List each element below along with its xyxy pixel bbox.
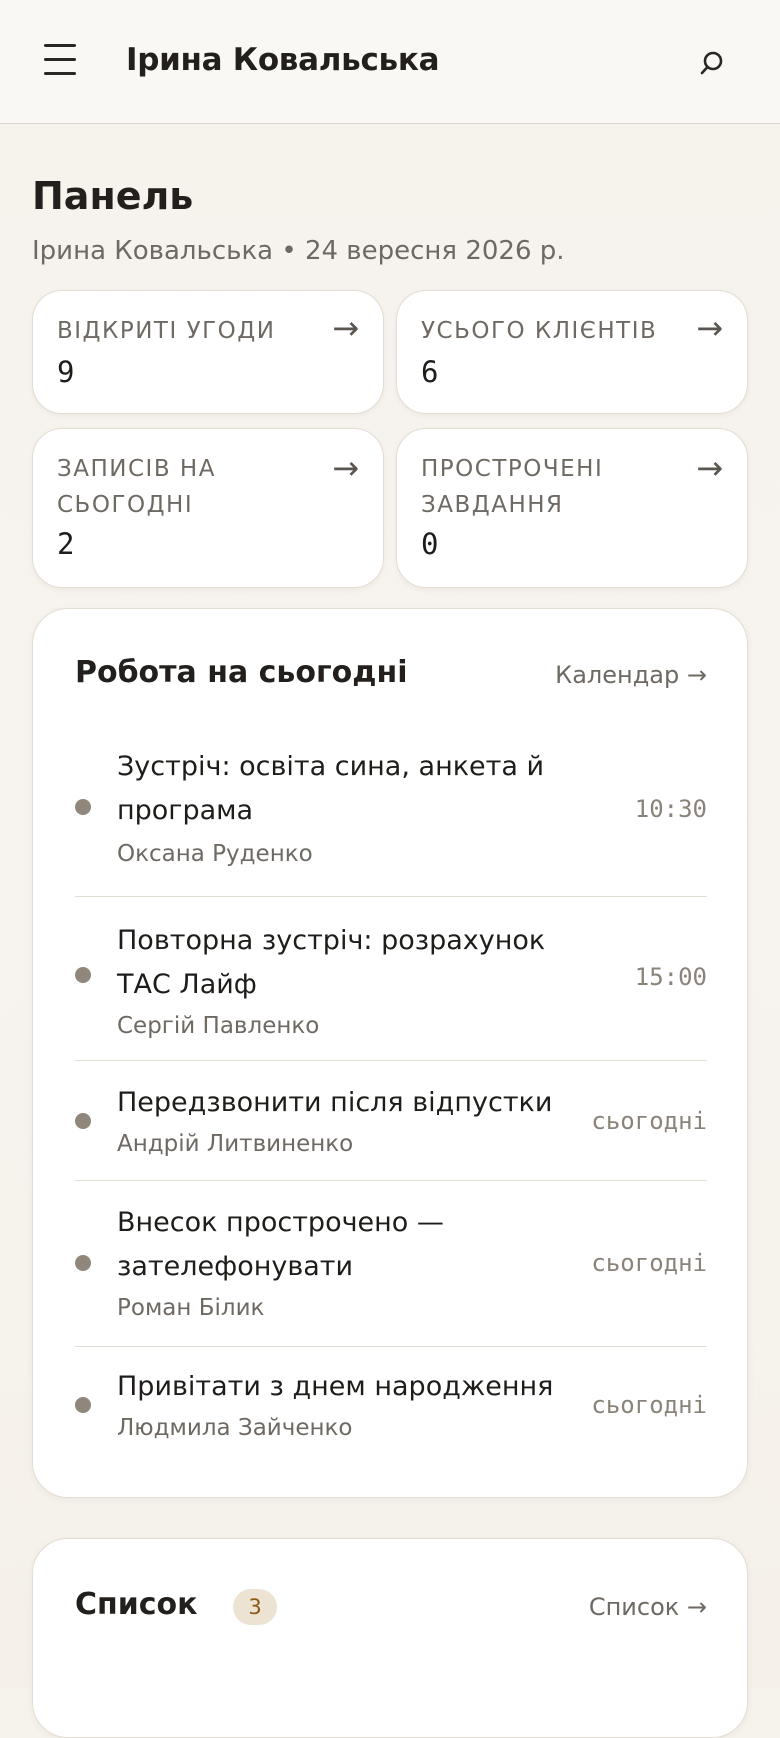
card-title: Робота на сьогодні	[75, 655, 408, 690]
list-card: Список 3 Список →	[32, 1538, 748, 1738]
task-title: Внесок прострочено — зателефонувати	[117, 1207, 444, 1282]
stat-card-open-deals[interactable]: ВІДКРИТІ УГОДИ → 9	[32, 290, 384, 414]
task-item[interactable]: Повторна зустріч: розрахунок ТАС Лайф Се…	[75, 897, 707, 1061]
stat-card-total-clients[interactable]: УСЬОГО КЛІЄНТІВ → 6	[396, 290, 748, 414]
task-title: Привітати з днем народження	[117, 1371, 554, 1402]
task-client: Сергій Павленко	[117, 1013, 320, 1039]
stat-card-overdue-tasks[interactable]: ПРОСТРОЧЕНІ ЗАВДАННЯ → 0	[396, 428, 748, 588]
list-link[interactable]: Список →	[589, 1593, 707, 1621]
arrow-right-icon: →	[696, 449, 723, 487]
status-dot	[75, 1397, 91, 1413]
task-client: Людмила Зайченко	[117, 1415, 353, 1441]
task-item[interactable]: Передзвонити після відпустки Андрій Литв…	[75, 1061, 707, 1181]
count-badge: 3	[233, 1589, 277, 1625]
task-time: 10:30	[634, 795, 707, 823]
stat-value: 9	[57, 355, 75, 389]
stat-label: ВІДКРИТІ УГОДИ	[57, 318, 276, 344]
arrow-right-icon: →	[696, 309, 723, 347]
stat-label: УСЬОГО КЛІЄНТІВ	[421, 318, 658, 344]
stat-label: ЗАПИСІВ НА СЬОГОДНІ	[57, 456, 216, 518]
status-dot	[75, 1255, 91, 1271]
task-title: Повторна зустріч: розрахунок ТАС Лайф	[117, 925, 546, 1000]
task-time: сьогодні	[591, 1249, 707, 1277]
task-client: Андрій Литвиненко	[117, 1131, 354, 1157]
search-icon[interactable]	[694, 46, 730, 82]
task-title: Передзвонити після відпустки	[117, 1087, 553, 1118]
calendar-link[interactable]: Календар →	[555, 661, 707, 689]
status-dot	[75, 1113, 91, 1129]
status-dot	[75, 799, 91, 815]
arrow-right-icon: →	[332, 309, 359, 347]
status-dot	[75, 967, 91, 983]
card-title: Список	[75, 1587, 198, 1622]
stat-label: ПРОСТРОЧЕНІ ЗАВДАННЯ	[421, 456, 604, 518]
app-title: Ірина Ковальська	[126, 42, 440, 78]
stat-value: 0	[421, 527, 439, 561]
stat-value: 2	[57, 527, 75, 561]
page-subtitle: Ірина Ковальська • 24 вересня 2026 р.	[32, 236, 565, 266]
task-item[interactable]: Привітати з днем народження Людмила Зайч…	[75, 1347, 707, 1467]
task-time: 15:00	[634, 963, 707, 991]
task-time: сьогодні	[591, 1107, 707, 1135]
task-client: Роман Білик	[117, 1295, 265, 1321]
today-work-card: Робота на сьогодні Календар → Зустріч: о…	[32, 608, 748, 1498]
task-time: сьогодні	[591, 1391, 707, 1419]
task-client: Оксана Руденко	[117, 841, 313, 867]
arrow-right-icon: →	[332, 449, 359, 487]
top-app-bar: Ірина Ковальська	[0, 0, 780, 124]
page-title: Панель	[32, 174, 194, 218]
stat-card-appointments-today[interactable]: ЗАПИСІВ НА СЬОГОДНІ → 2	[32, 428, 384, 588]
task-item[interactable]: Зустріч: освіта сина, анкета й програма …	[75, 741, 707, 897]
hamburger-menu-icon[interactable]	[40, 40, 80, 80]
stat-value: 6	[421, 355, 439, 389]
task-item[interactable]: Внесок прострочено — зателефонувати Рома…	[75, 1181, 707, 1347]
task-title: Зустріч: освіта сина, анкета й програма	[117, 751, 545, 826]
